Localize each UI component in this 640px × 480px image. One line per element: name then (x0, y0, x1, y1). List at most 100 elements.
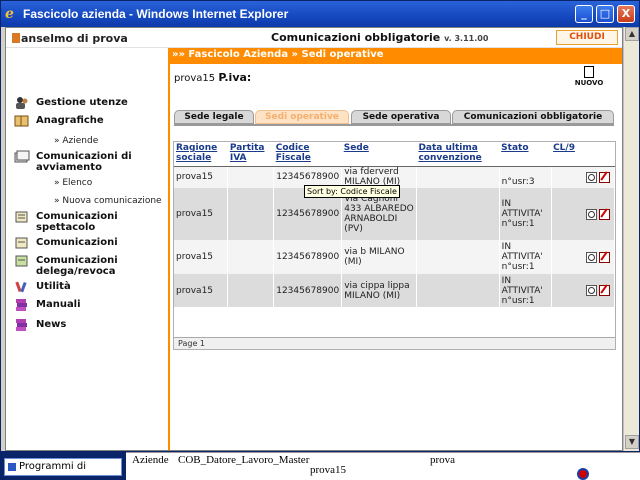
cell-actions (551, 166, 616, 188)
app-header: anselmo di prova Comunicazioni obbligato… (6, 28, 622, 48)
close-button[interactable]: X (617, 5, 635, 23)
nuovo-label: NUOVO (574, 79, 604, 87)
user-name: anselmo di prova (12, 32, 128, 45)
sidebar-item-label-line2: delega/revoca (36, 266, 116, 277)
sidebar-item-label: Gestione utenze (36, 97, 128, 108)
tab-sede-legale[interactable]: Sede legale (174, 110, 254, 124)
scroll-up-arrow-icon[interactable]: ▲ (625, 27, 639, 41)
cell-ragione-sociale: prova15 (174, 188, 229, 240)
column-header-codice-fiscale[interactable]: Codice Fiscale (273, 142, 342, 166)
edit-icon[interactable] (599, 208, 610, 220)
chiudi-button[interactable]: CHIUDI (556, 30, 618, 45)
app-title: Comunicazioni obbligatorie v. 3.11.00 (271, 31, 488, 44)
page-content: anselmo di prova Comunicazioni obbligato… (5, 27, 623, 451)
spectacle-icon (15, 211, 28, 223)
app-version: v. 3.11.00 (444, 34, 489, 43)
sort-tooltip: Sort by: Codice Fiscale (304, 185, 400, 198)
window-title: Fascicolo azienda - Windows Internet Exp… (23, 7, 289, 21)
cell-stato: n°usr:3 (499, 166, 552, 188)
browser-window: e Fascicolo azienda - Windows Internet E… (0, 0, 640, 452)
nuovo-button[interactable]: NUOVO (574, 66, 604, 87)
cell-actions (551, 240, 616, 274)
cell-stato: IN ATTIVITA' n°usr:1 (499, 240, 552, 274)
cell-data-convenzione (416, 166, 500, 188)
background-cell: COB_Datore_Lavoro_Master (178, 454, 310, 466)
sidebar-item-label: Comunicazioni di avviamento (36, 151, 132, 173)
vertical-scrollbar[interactable]: ▲ ▼ (623, 27, 639, 451)
column-header-sede[interactable]: Sede (341, 142, 417, 166)
cell-data-convenzione (416, 188, 500, 240)
sidebar-item-label-line1: Comunicazioni di (36, 151, 132, 162)
user-label: anselmo di prova (21, 32, 128, 45)
cell-actions (551, 274, 616, 307)
sidebar-item-label-line2: spettacolo (36, 222, 96, 233)
edit-icon[interactable] (599, 251, 610, 263)
cell-ragione-sociale: prova15 (174, 166, 229, 188)
tab-sede-operativa[interactable]: Sede operativa (351, 110, 451, 124)
new-document-icon (584, 66, 594, 78)
sidebar-item-label-line2: avviamento (36, 162, 102, 173)
cell-ragione-sociale: prova15 (174, 274, 229, 307)
cell-partita-iva (227, 166, 275, 188)
sidebar-item-label: Comunicazioni (36, 237, 118, 248)
view-details-icon[interactable] (586, 251, 597, 263)
cell-sede: via b MILANO (MI) (341, 240, 417, 274)
header-divider (174, 166, 615, 167)
cell-stato: IN ATTIVITA' n°usr:1 (499, 188, 552, 240)
cell-sede: via cippa lippa MILANO (MI) (341, 274, 417, 307)
cell-data-convenzione (416, 274, 500, 307)
sidebar-item-label-line1: Comunicazioni (36, 211, 118, 222)
sidebar-subitem-elenco[interactable]: » Elenco (54, 178, 92, 188)
table-row[interactable]: prova15 12345678900 via b MILANO (MI) IN… (174, 240, 616, 274)
users-icon (16, 97, 28, 109)
cell-stato: IN ATTIVITA' n°usr:1 (499, 274, 552, 307)
cell-partita-iva (227, 240, 275, 274)
sidebar-subitem-aziende[interactable]: » Aziende (54, 136, 98, 146)
taskbar-item-label: Programmi di (19, 461, 87, 472)
view-details-icon[interactable] (586, 208, 597, 220)
sidebar-subitem-nuova-comunicazione[interactable]: » Nuova comunicazione (54, 196, 162, 206)
cell-codice-fiscale: 12345678900 (273, 240, 343, 274)
minimize-button[interactable]: _ (575, 5, 593, 23)
view-details-icon[interactable] (586, 171, 597, 183)
column-header-data-ultima-convenzione[interactable]: Data ultima convenzione (416, 142, 500, 166)
edit-icon[interactable] (599, 171, 610, 183)
tab-comunicazioni-obbligatorie[interactable]: Comunicazioni obbligatorie (452, 110, 614, 124)
cell-codice-fiscale: 12345678900 (273, 274, 343, 307)
background-cell: Aziende (132, 454, 169, 466)
sidebar-item-label-line1: Comunicazioni (36, 255, 118, 266)
table-row[interactable]: prova15 12345678900 via cippa lippa MILA… (174, 274, 616, 307)
sidebar-item-label: Manuali (36, 299, 81, 310)
app-title-label: Comunicazioni obbligatorie (271, 31, 441, 44)
background-cell: prova15 (310, 464, 347, 476)
pager[interactable]: Page 1 (174, 337, 615, 349)
sidebar-item-label: Comunicazioni delega/revoca (36, 255, 118, 277)
maximize-button[interactable]: □ (596, 5, 614, 23)
tab-sedi-operative[interactable]: Sedi operative (255, 110, 349, 124)
view-details-icon[interactable] (586, 285, 597, 296)
background-cell: prova (430, 454, 456, 466)
taskbar: Programmi di (0, 452, 126, 480)
tools-icon (15, 281, 27, 293)
user-icon (12, 33, 20, 43)
cell-ragione-sociale: prova15 (174, 240, 229, 274)
scroll-down-arrow-icon[interactable]: ▼ (625, 435, 639, 449)
column-header-ragione-sociale[interactable]: Ragione sociale (174, 142, 228, 166)
column-header-partita-iva[interactable]: Partita IVA (227, 142, 274, 166)
title-bar[interactable]: e Fascicolo azienda - Windows Internet E… (1, 1, 639, 27)
company-name: prova15 (174, 73, 216, 84)
ie-icon: e (5, 6, 14, 22)
sidebar: Gestione utenze Anagrafiche » Aziende Co… (6, 48, 170, 450)
book-icon (14, 115, 29, 127)
edit-icon[interactable] (599, 285, 610, 296)
program-icon (8, 463, 16, 471)
taskbar-item[interactable]: Programmi di (4, 458, 122, 476)
manuals-icon (16, 299, 27, 311)
column-header-cl9[interactable]: CL/9 (551, 142, 615, 166)
company-info: prova15 P.iva: (174, 71, 251, 84)
sidebar-item-label: News (36, 319, 67, 330)
background-status-icon (577, 468, 589, 480)
piva-label: P.iva: (218, 71, 252, 84)
breadcrumb: »» Fascicolo Azienda » Sedi operative (170, 48, 622, 64)
column-header-stato[interactable]: Stato (499, 142, 552, 166)
